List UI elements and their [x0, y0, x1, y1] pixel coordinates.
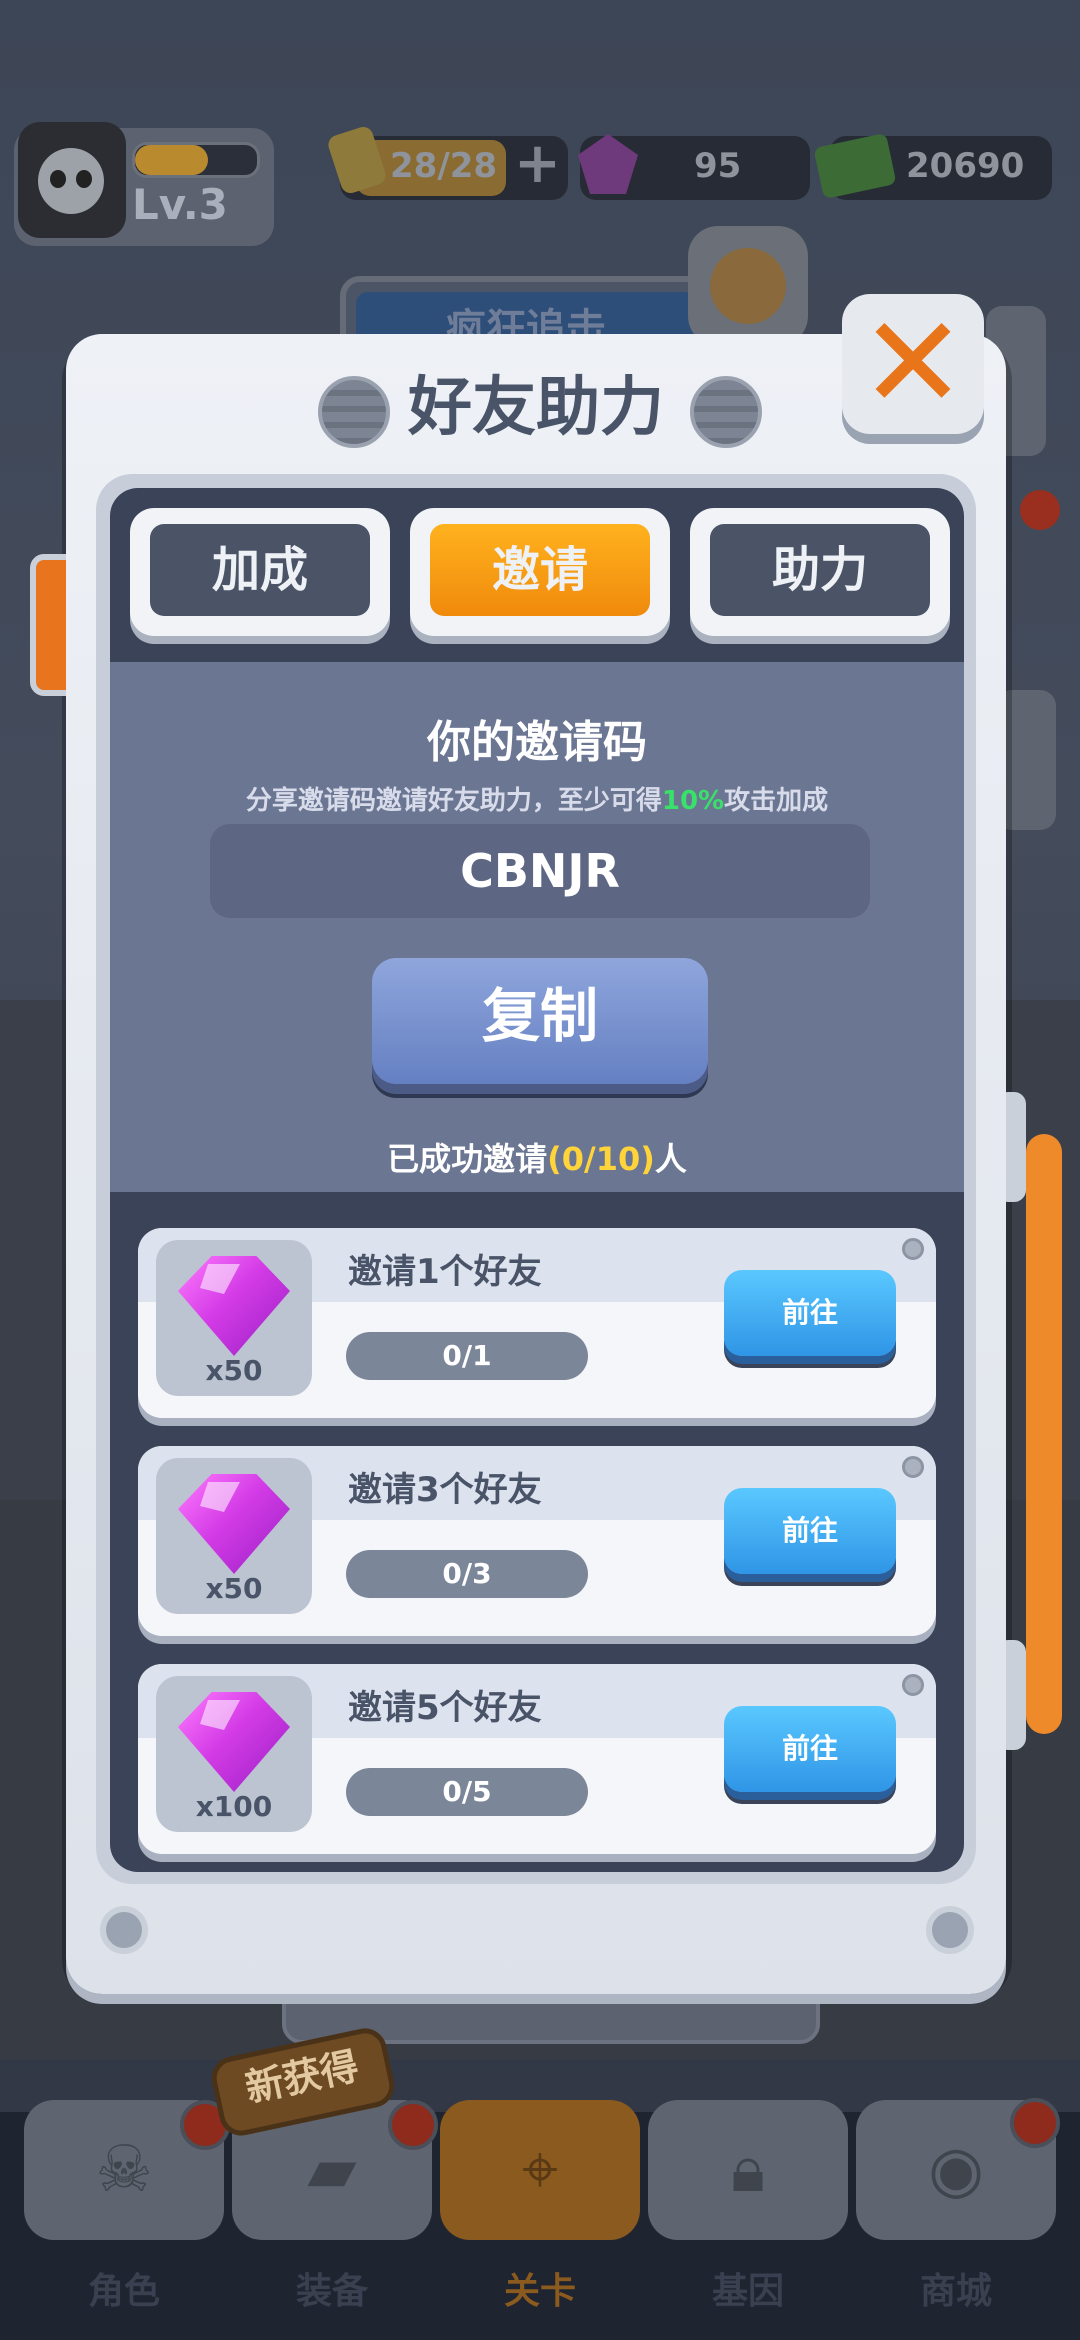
go-button-label: 前往	[781, 1732, 838, 1765]
cash-count: 20690	[906, 146, 1025, 186]
card-screw	[902, 1238, 924, 1260]
reward-qty: x50	[205, 1354, 263, 1387]
reward-progress: 0/3	[346, 1550, 588, 1598]
invite-code-title: 你的邀请码	[427, 717, 647, 768]
nav-stage-button[interactable]: ⌖	[440, 2100, 640, 2240]
close-icon: ✕	[859, 289, 967, 438]
go-button-label: 前往	[781, 1514, 838, 1547]
tab-invite[interactable]: 邀请	[410, 508, 670, 636]
shop-icon: ◉	[928, 2133, 984, 2207]
reward-row-3: x100 邀请5个好友 0/5 前往	[138, 1664, 936, 1854]
modal-rivet-right	[926, 1906, 974, 1954]
tab-assist[interactable]: 助力	[690, 508, 950, 636]
energy-value: 28/28	[390, 146, 498, 186]
lock-icon: 🔒︎	[730, 2133, 766, 2207]
go-button-label: 前往	[781, 1296, 838, 1329]
stopwatch-icon	[710, 248, 786, 324]
reward-task: 邀请1个好友	[348, 1252, 542, 1292]
notification-dot	[1020, 490, 1060, 530]
nav-label-shop: 商城	[919, 2271, 992, 2312]
copy-button-label: 复制	[481, 982, 598, 1050]
reward-progress-text: 0/3	[442, 1557, 492, 1590]
close-button[interactable]: ✕	[842, 294, 984, 434]
tab-invite-label: 邀请	[491, 542, 588, 598]
nav-label-equip: 装备	[295, 2271, 368, 2312]
success-count: (0/10)	[547, 1140, 655, 1178]
gun-icon: ▰	[307, 2133, 357, 2207]
gem-count: 95	[694, 146, 742, 186]
map-pin-icon: ⌖	[521, 2133, 559, 2207]
reward-qty: x100	[195, 1790, 273, 1823]
card-screw	[902, 1674, 924, 1696]
invite-desc-prefix: 分享邀请码邀请好友助力，至少可得	[245, 786, 662, 816]
modal-rivet-left	[100, 1906, 148, 1954]
nav-label-stage: 关卡	[503, 2271, 576, 2312]
avatar-skull-icon	[38, 148, 104, 214]
reward-row-1: x50 邀请1个好友 0/1 前往	[138, 1228, 936, 1418]
go-button[interactable]: 前往	[724, 1270, 896, 1356]
reward-progress-text: 0/5	[442, 1775, 492, 1808]
reward-icon-box: x50	[156, 1240, 312, 1396]
invite-desc-suffix: 攻击加成	[724, 786, 829, 816]
reward-progress: 0/1	[346, 1332, 588, 1380]
invite-code: CBNJR	[460, 844, 620, 898]
tab-bonus-label: 加成	[211, 542, 308, 598]
copy-button[interactable]: 复制	[372, 958, 708, 1084]
nav-shop-badge	[1010, 2098, 1060, 2148]
nav-label-gene: 基因	[711, 2271, 784, 2312]
nav-label-role: 角色	[87, 2271, 160, 2312]
skull-icon: ☠	[95, 2133, 153, 2207]
plus-icon[interactable]: +	[514, 136, 561, 192]
nav-gene-button[interactable]: 🔒︎	[648, 2100, 848, 2240]
reward-task: 邀请3个好友	[348, 1470, 542, 1510]
xp-bar	[132, 142, 260, 178]
invite-success-count: 已成功邀请(0/10)人	[110, 1134, 964, 1180]
reward-progress-text: 0/1	[442, 1339, 492, 1372]
xp-bar-fill	[135, 145, 209, 175]
reward-qty: x50	[205, 1572, 263, 1605]
modal-right-handle	[1026, 1134, 1062, 1734]
reward-icon-box: x100	[156, 1676, 312, 1832]
card-screw	[902, 1456, 924, 1478]
reward-task: 邀请5个好友	[348, 1688, 542, 1728]
invite-desc-highlight: 10%	[661, 786, 725, 816]
go-button[interactable]: 前往	[724, 1706, 896, 1792]
reward-icon-box: x50	[156, 1458, 312, 1614]
player-level: Lv.3	[132, 180, 228, 229]
reward-progress: 0/5	[346, 1768, 588, 1816]
invite-description: 分享邀请码邀请好友助力，至少可得10%攻击加成	[110, 780, 964, 817]
nav-equip-badge	[388, 2100, 438, 2150]
success-suffix: 人	[654, 1140, 687, 1178]
success-prefix: 已成功邀请	[387, 1140, 548, 1178]
tab-assist-label: 助力	[771, 542, 868, 598]
reward-row-2: x50 邀请3个好友 0/3 前往	[138, 1446, 936, 1636]
go-button[interactable]: 前往	[724, 1488, 896, 1574]
tab-bonus[interactable]: 加成	[130, 508, 390, 636]
